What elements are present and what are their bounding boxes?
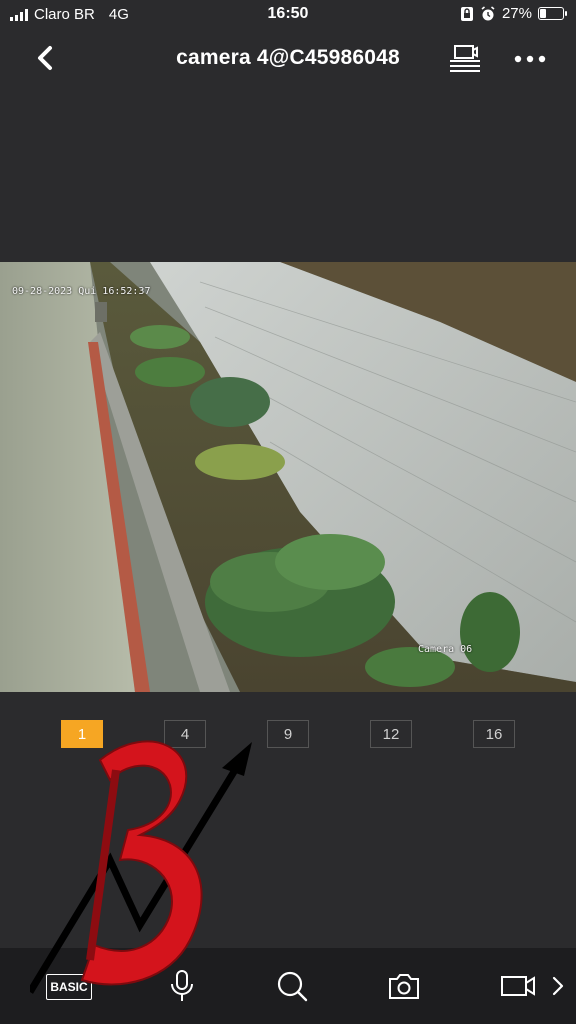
split-layout-tabs: 1 4 9 12 16 bbox=[0, 720, 576, 750]
nav-bar: camera 4@C45986048 bbox=[0, 30, 576, 88]
search-icon bbox=[277, 971, 308, 1002]
split-tab-16[interactable]: 16 bbox=[473, 720, 515, 748]
camera-snapshot-icon bbox=[389, 974, 419, 999]
screen-mirror-icon bbox=[450, 45, 480, 72]
lock-rotation-icon bbox=[460, 6, 473, 21]
snapshot-button[interactable] bbox=[384, 966, 424, 1006]
page-title: camera 4@C45986048 bbox=[176, 46, 400, 69]
split-tab-4[interactable]: 4 bbox=[164, 720, 206, 748]
split-tab-9[interactable]: 9 bbox=[267, 720, 309, 748]
camera-scene-image bbox=[0, 262, 576, 692]
mic-icon bbox=[171, 970, 193, 1001]
more-button[interactable] bbox=[510, 44, 550, 74]
record-button[interactable] bbox=[498, 966, 538, 1006]
split-tab-12[interactable]: 12 bbox=[370, 720, 412, 748]
toolbar-next-button[interactable] bbox=[548, 966, 568, 1006]
more-horizontal-icon bbox=[514, 55, 546, 63]
camera-label-osd: Camera 06 bbox=[418, 644, 473, 655]
screen-mirror-button[interactable] bbox=[446, 42, 484, 76]
battery-fill bbox=[540, 9, 546, 18]
battery-percent: 27% bbox=[501, 5, 532, 22]
status-right: 27% bbox=[460, 5, 567, 22]
battery-icon bbox=[538, 7, 567, 20]
chevron-right-icon bbox=[552, 976, 564, 996]
status-bar: Claro BR 4G 16:50 27% bbox=[0, 0, 576, 30]
bottom-toolbar: BASIC bbox=[0, 948, 576, 1024]
search-button[interactable] bbox=[272, 966, 312, 1006]
video-record-icon bbox=[501, 976, 535, 996]
split-tab-1[interactable]: 1 bbox=[61, 720, 103, 748]
basic-mode-button[interactable]: BASIC bbox=[46, 974, 92, 1000]
alarm-icon bbox=[481, 5, 495, 20]
timestamp-osd: 09-28-2023 Qui 16:52:37 bbox=[12, 286, 151, 297]
microphone-button[interactable] bbox=[162, 966, 202, 1006]
camera-video-feed[interactable]: 09-28-2023 Qui 16:52:37 Camera 06 bbox=[0, 262, 576, 692]
